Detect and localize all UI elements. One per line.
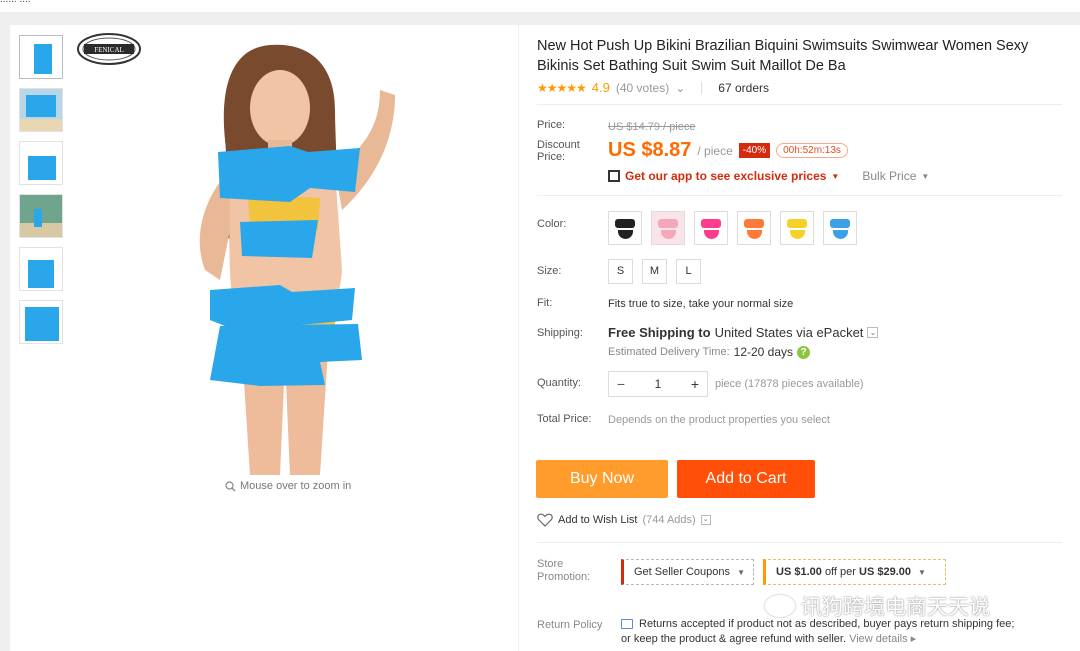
thumbnail-3[interactable]	[19, 141, 63, 185]
price-label: Price:	[537, 119, 566, 131]
chevron-down-icon[interactable]: ⌄	[867, 327, 879, 338]
main-product-image[interactable]	[80, 30, 500, 475]
star-rating-icon: ★★★★★	[537, 80, 587, 95]
watermark-text: 讯狗跨境电商天天说	[801, 595, 990, 619]
add-to-wish-list-link[interactable]: Add to Wish List	[558, 514, 637, 526]
divider	[537, 104, 1062, 105]
free-shipping-text: Free Shipping to	[608, 325, 711, 340]
promo-discount: US $1.00	[776, 566, 822, 578]
get-seller-coupons-button[interactable]: Get Seller Coupons ▼	[621, 559, 754, 585]
size-option-s[interactable]: S	[608, 259, 633, 284]
buy-now-button[interactable]: Buy Now	[536, 460, 668, 498]
thumbnail-list	[19, 35, 65, 353]
size-option-m[interactable]: M	[642, 259, 667, 284]
eta-label: Estimated Delivery Time:	[608, 346, 730, 358]
column-divider	[518, 25, 519, 651]
document-icon	[621, 619, 633, 629]
shipping-label: Shipping:	[537, 327, 583, 339]
divider	[537, 195, 1062, 196]
color-swatch-yellow[interactable]	[780, 211, 814, 245]
coupon-label: Get Seller Coupons	[634, 566, 730, 578]
delivery-estimate: Estimated Delivery Time: 12-20 days ?	[608, 345, 811, 359]
magnifier-icon	[225, 480, 236, 491]
discount-price-label: Discount Price:	[537, 139, 580, 163]
quantity-stepper: − 1 +	[608, 371, 708, 397]
color-swatch-black[interactable]	[608, 211, 642, 245]
discount-price-row: US $8.87 / piece -40% 00h:52m:13s	[608, 139, 848, 162]
quantity-label: Quantity:	[537, 377, 582, 389]
price-unit: / piece	[697, 143, 733, 158]
shipping-row: Free Shipping to United States via ePack…	[608, 325, 879, 340]
wish-list-row: Add to Wish List (744 Adds) ⌄	[537, 513, 711, 527]
shipping-destination[interactable]: United States via ePacket	[715, 325, 864, 340]
watermark: 讯狗跨境电商天天说	[765, 591, 990, 621]
color-label: Color:	[537, 218, 567, 230]
return-policy-text: Returns accepted if product not as descr…	[621, 617, 1071, 647]
color-swatch-orange[interactable]	[737, 211, 771, 245]
promo-text: off per	[824, 566, 856, 578]
countdown-timer: 00h:52m:13s	[776, 143, 848, 158]
thumbnail-1[interactable]	[19, 35, 63, 79]
help-icon[interactable]: ?	[797, 345, 811, 359]
quantity-input[interactable]: 1	[633, 377, 683, 391]
fit-text: Fits true to size, take your normal size	[608, 298, 794, 310]
product-page: FENICAL Mouse over to zoom in New Hot Pu…	[10, 25, 1080, 651]
pieces-available: piece (17878 pieces available)	[715, 378, 864, 390]
color-swatch-blue[interactable]	[823, 211, 857, 245]
store-promotion-offer[interactable]: US $1.00 off per US $29.00 ▼	[763, 559, 946, 585]
top-strip: ...... ....	[0, 0, 1080, 12]
caret-down-icon[interactable]: ▼	[831, 172, 839, 181]
original-price: US $14.79 / piece	[608, 121, 696, 133]
thumbnail-5[interactable]	[19, 247, 63, 291]
zoom-hint: Mouse over to zoom in	[225, 480, 351, 492]
votes-count[interactable]: (40 votes)	[616, 81, 669, 95]
top-strip-text: ...... ....	[0, 0, 31, 5]
app-price-link[interactable]: Get our app to see exclusive prices	[625, 169, 826, 183]
orders-count: 67 orders	[718, 80, 769, 95]
chevron-down-icon[interactable]: ⌄	[675, 81, 685, 95]
color-swatches	[608, 211, 857, 245]
chevron-down-icon[interactable]: ⌄	[700, 515, 711, 525]
zoom-hint-text: Mouse over to zoom in	[240, 480, 352, 492]
thumbnail-6[interactable]	[19, 300, 63, 344]
heart-icon[interactable]	[537, 513, 553, 527]
rating-row: ★★★★★ 4.9 (40 votes) ⌄ 67 orders	[537, 80, 769, 95]
total-price-label: Total Price:	[537, 413, 592, 425]
thumbnail-2[interactable]	[19, 88, 63, 132]
total-price-text: Depends on the product properties you se…	[608, 414, 830, 426]
caret-down-icon[interactable]: ▼	[921, 172, 929, 181]
divider	[537, 542, 1062, 543]
qr-code-icon	[608, 170, 620, 182]
eta-value: 12-20 days	[733, 345, 794, 359]
view-details-link[interactable]: View details ▸	[849, 633, 916, 645]
size-label: Size:	[537, 265, 562, 277]
wish-count: (744 Adds)	[642, 514, 696, 526]
color-swatch-rose[interactable]	[694, 211, 728, 245]
divider	[701, 81, 703, 94]
wechat-icon	[765, 595, 795, 617]
add-to-cart-button[interactable]: Add to Cart	[677, 460, 815, 498]
caret-down-icon: ▼	[918, 568, 926, 577]
promo-threshold: US $29.00	[859, 566, 911, 578]
app-price-row: Get our app to see exclusive prices ▼ Bu…	[608, 169, 929, 183]
minus-icon[interactable]: −	[609, 376, 633, 392]
fit-label: Fit:	[537, 297, 553, 309]
discount-badge: -40%	[738, 143, 771, 158]
return-policy-label: Return Policy	[537, 619, 603, 631]
return-line-2: or keep the product & agree refund with …	[621, 633, 847, 645]
bulk-price-link[interactable]: Bulk Price	[862, 169, 916, 183]
color-swatch-pink[interactable]	[651, 211, 685, 245]
store-promotion-label: Store Promotion:	[537, 558, 591, 583]
caret-down-icon: ▼	[737, 568, 745, 577]
size-options: S M L	[608, 259, 701, 284]
plus-icon[interactable]: +	[683, 376, 707, 392]
rating-score: 4.9	[591, 80, 610, 95]
discount-price: US $8.87	[608, 139, 692, 161]
thumbnail-4[interactable]	[19, 194, 63, 238]
product-title: New Hot Push Up Bikini Brazilian Biquini…	[537, 38, 1029, 74]
size-option-l[interactable]: L	[676, 259, 701, 284]
